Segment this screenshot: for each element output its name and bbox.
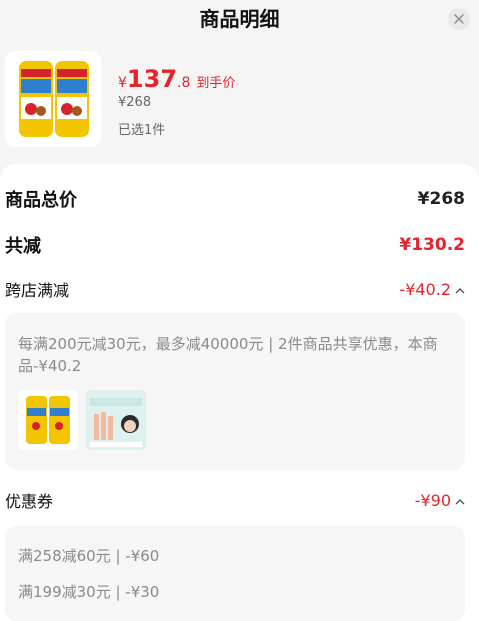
product-thumb-skincare (86, 390, 146, 450)
cross-store-label: 跨店满减 (5, 281, 70, 300)
total-price-row: 商品总价 ¥268 (5, 186, 465, 212)
total-price-label: 商品总价 (5, 190, 77, 211)
vitamin-bottles-image (5, 51, 101, 147)
cross-store-detail: 每满200元减30元，最多减40000元 | 2件商品共享优惠，本商品-¥40.… (5, 313, 465, 470)
product-thumb-vitamins (18, 390, 78, 450)
coupon-label: 优惠券 (5, 492, 54, 511)
total-discount-value: ¥130.2 (399, 235, 465, 255)
cross-store-description: 每满200元减30元，最多减40000元 | 2件商品共享优惠，本商品-¥40.… (18, 335, 438, 375)
total-discount-row: 共减 ¥130.2 (5, 232, 465, 258)
price-integer: 137 (126, 65, 178, 93)
cross-store-value-wrap[interactable]: -¥40.2 (399, 280, 465, 299)
cross-store-row[interactable]: 跨店满减 -¥40.2 (5, 277, 465, 301)
chevron-up-icon (455, 495, 465, 508)
final-price: ¥137.8 到手价 (118, 65, 235, 93)
price-decimal: .8 (177, 75, 191, 91)
chevron-up-icon (455, 284, 465, 297)
close-button[interactable] (448, 8, 470, 30)
sheet-header: 商品明细 (0, 0, 479, 40)
page-title: 商品明细 (199, 7, 280, 31)
close-icon (454, 14, 464, 24)
cross-store-value: -¥40.2 (399, 279, 451, 299)
selected-count: 已选1件 (118, 123, 166, 138)
product-summary: ¥137.8 到手价 ¥268 已选1件 (0, 46, 479, 158)
currency-symbol: ¥ (118, 75, 127, 91)
coupon-value-wrap[interactable]: -¥90 (415, 491, 465, 510)
original-price: ¥268 (118, 95, 152, 110)
total-discount-label: 共减 (5, 236, 41, 257)
coupon-line: 满199减30元 | -¥30 (18, 583, 160, 601)
coupon-line: 满258减60元 | -¥60 (18, 547, 160, 565)
coupon-row[interactable]: 优惠券 -¥90 (5, 488, 465, 512)
product-thumbnail[interactable] (5, 51, 101, 147)
total-price-value: ¥268 (417, 189, 465, 209)
coupon-value: -¥90 (414, 490, 451, 510)
price-label: 到手价 (196, 76, 236, 91)
coupon-detail: 满258减60元 | -¥60 满199减30元 | -¥30 (5, 526, 465, 621)
details-card: 商品总价 ¥268 共减 ¥130.2 跨店满减 -¥40.2 每满200元减3… (0, 164, 479, 621)
